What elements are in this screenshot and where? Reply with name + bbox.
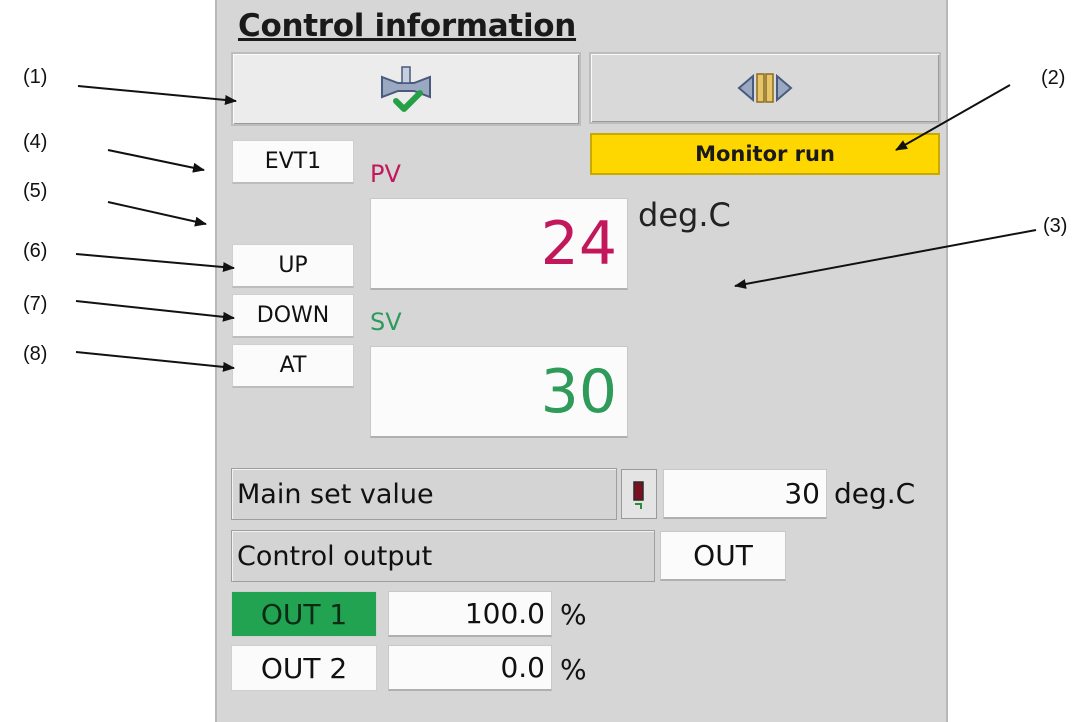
edit-icon [633, 481, 644, 509]
main-set-value-field[interactable]: 30 [663, 469, 827, 519]
evt1-indicator: EVT1 [232, 140, 354, 184]
at-indicator: AT [232, 344, 354, 388]
callout-3: (3) [1043, 215, 1068, 237]
callout-arrow-5 [107, 201, 207, 227]
out1-value: 100.0 [388, 591, 552, 637]
valve-check-icon [381, 66, 431, 112]
monitor-mode-button[interactable] [589, 52, 941, 124]
callout-arrow-4 [107, 149, 205, 173]
out2-value: 0.0 [388, 645, 552, 691]
callout-arrow-7 [75, 300, 235, 322]
out2-unit: % [560, 653, 587, 686]
callout-4: (4) [23, 131, 48, 153]
sv-value: 30 [370, 346, 628, 438]
out1-label: OUT 1 [231, 591, 377, 637]
callout-6: (6) [23, 240, 48, 262]
callout-8: (8) [23, 343, 48, 365]
callout-arrow-6 [75, 253, 235, 273]
callout-arrow-1 [77, 85, 237, 105]
callout-7: (7) [23, 293, 48, 315]
main-set-value-label: Main set value [231, 468, 617, 520]
callout-2: (2) [1041, 67, 1066, 89]
pv-unit: deg.C [638, 196, 731, 234]
out2-label: OUT 2 [231, 645, 377, 691]
control-output-value: OUT [660, 531, 786, 581]
main-set-unit: deg.C [834, 477, 916, 510]
callout-5: (5) [23, 180, 48, 202]
sv-label: SV [370, 308, 402, 336]
valve-open-icon [737, 73, 793, 103]
pv-value: 24 [370, 198, 628, 290]
callout-arrow-8 [75, 351, 235, 372]
up-indicator: UP [232, 244, 354, 288]
edit-button[interactable] [621, 469, 657, 519]
control-output-label: Control output [231, 530, 655, 582]
callout-1: (1) [23, 66, 48, 88]
status-badge: Monitor run [590, 133, 940, 175]
panel-title: Control information [238, 8, 577, 44]
down-indicator: DOWN [232, 294, 354, 338]
control-mode-button[interactable] [231, 52, 581, 126]
pv-label: PV [370, 160, 401, 188]
out1-unit: % [560, 598, 587, 631]
